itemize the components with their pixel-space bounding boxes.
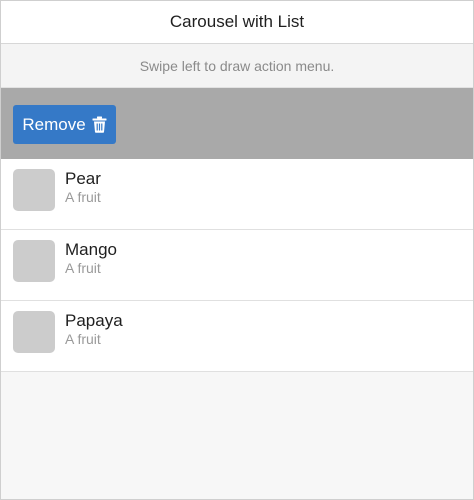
list-item[interactable]: Papaya A fruit xyxy=(1,301,473,372)
item-title: Mango xyxy=(65,240,117,259)
remove-button[interactable]: Remove xyxy=(13,105,116,144)
item-subtitle: A fruit xyxy=(65,331,101,347)
instruction-bar: Swipe left to draw action menu. xyxy=(1,44,473,88)
instruction-text: Swipe left to draw action menu. xyxy=(139,57,335,74)
item-subtitle: A fruit xyxy=(65,189,101,205)
item-thumbnail xyxy=(13,240,55,282)
list-item[interactable]: Mango A fruit xyxy=(1,230,473,301)
item-thumbnail xyxy=(13,169,55,211)
remove-button-label: Remove xyxy=(22,114,86,134)
item-thumbnail xyxy=(13,311,55,353)
item-title: Pear xyxy=(65,169,101,188)
swipe-action-menu: Remove xyxy=(1,88,473,159)
item-title: Papaya xyxy=(65,311,123,330)
page-header: Carousel with List xyxy=(1,1,473,44)
trash-icon xyxy=(92,116,107,133)
item-subtitle: A fruit xyxy=(65,260,101,276)
app-frame: Carousel with List Swipe left to draw ac… xyxy=(0,0,474,500)
list-item[interactable]: Pear A fruit xyxy=(1,159,473,230)
page-title: Carousel with List xyxy=(169,12,305,31)
